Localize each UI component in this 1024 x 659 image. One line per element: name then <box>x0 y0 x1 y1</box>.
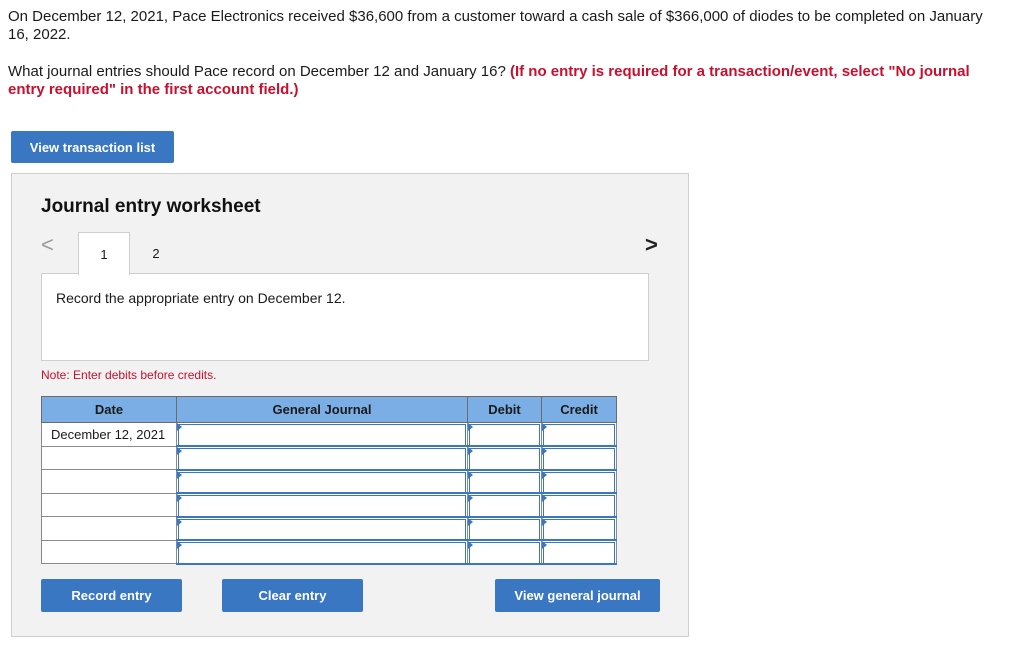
instruction-panel: Record the appropriate entry on December… <box>41 273 649 361</box>
chevron-left-icon[interactable]: < <box>41 234 54 256</box>
credit-field[interactable] <box>541 469 617 494</box>
credit-input[interactable] <box>542 423 616 445</box>
credit-input[interactable] <box>542 470 616 492</box>
credit-input[interactable] <box>542 494 616 516</box>
credit-field[interactable] <box>541 445 617 471</box>
debit-field[interactable] <box>467 469 542 494</box>
column-header-debit: Debit <box>467 396 542 423</box>
account-input[interactable] <box>177 447 467 469</box>
table-row <box>41 469 617 494</box>
tab-1[interactable]: 1 <box>78 232 130 275</box>
date-cell: December 12, 2021 <box>41 422 177 447</box>
note-text: Note: Enter debits before credits. <box>41 368 217 382</box>
debit-field[interactable] <box>467 492 542 518</box>
credit-field[interactable] <box>541 516 617 541</box>
account-field[interactable] <box>176 492 468 518</box>
view-general-journal-button[interactable]: View general journal <box>495 579 660 612</box>
date-cell <box>41 469 177 494</box>
account-input[interactable] <box>177 517 467 539</box>
date-cell <box>41 516 177 541</box>
clear-entry-button[interactable]: Clear entry <box>222 579 363 612</box>
tab-2[interactable]: 2 <box>130 232 182 274</box>
account-input[interactable] <box>177 423 467 445</box>
debit-field[interactable] <box>467 422 542 447</box>
account-input[interactable] <box>177 494 467 516</box>
date-cell <box>41 445 177 470</box>
table-row <box>41 539 617 565</box>
table-row <box>41 492 617 518</box>
account-field[interactable] <box>176 539 468 565</box>
tab-label: 1 <box>100 246 108 262</box>
chevron-right-icon[interactable]: > <box>645 234 658 256</box>
account-field[interactable] <box>176 516 468 541</box>
table-header-row: Date General Journal Debit Credit <box>41 396 617 423</box>
debit-field[interactable] <box>467 539 542 565</box>
date-cell <box>41 539 177 564</box>
record-entry-button[interactable]: Record entry <box>41 579 182 612</box>
credit-field[interactable] <box>541 422 617 447</box>
credit-input[interactable] <box>542 517 616 539</box>
account-field[interactable] <box>176 469 468 494</box>
debit-input[interactable] <box>468 494 541 516</box>
column-header-credit: Credit <box>541 396 617 423</box>
journal-table: Date General Journal Debit Credit Decemb… <box>41 396 617 565</box>
instruction-text: Record the appropriate entry on December… <box>56 290 346 306</box>
question-prompt: What journal entries should Pace record … <box>8 63 510 80</box>
tab-label: 2 <box>152 245 160 261</box>
table-row: December 12, 2021 <box>41 422 617 447</box>
question-paragraph-2: What journal entries should Pace record … <box>8 63 988 99</box>
credit-input[interactable] <box>542 447 616 469</box>
table-row <box>41 445 617 471</box>
debit-input[interactable] <box>468 541 541 563</box>
debit-input[interactable] <box>468 470 541 492</box>
credit-field[interactable] <box>541 492 617 518</box>
debit-field[interactable] <box>467 516 542 541</box>
column-header-date: Date <box>41 396 177 423</box>
debit-field[interactable] <box>467 445 542 471</box>
worksheet-title: Journal entry worksheet <box>41 196 261 217</box>
credit-input[interactable] <box>542 541 616 563</box>
debit-input[interactable] <box>468 517 541 539</box>
table-row <box>41 516 617 541</box>
debit-input[interactable] <box>468 423 541 445</box>
account-field[interactable] <box>176 422 468 447</box>
account-input[interactable] <box>177 541 467 563</box>
journal-entry-worksheet: Journal entry worksheet < 1 2 > Record t… <box>11 173 689 637</box>
account-field[interactable] <box>176 445 468 471</box>
date-cell <box>41 492 177 517</box>
account-input[interactable] <box>177 470 467 492</box>
question-paragraph-1: On December 12, 2021, Pace Electronics r… <box>8 8 983 43</box>
debit-input[interactable] <box>468 447 541 469</box>
credit-field[interactable] <box>541 539 617 565</box>
column-header-general-journal: General Journal <box>176 396 468 423</box>
view-transaction-list-button[interactable]: View transaction list <box>11 131 174 163</box>
